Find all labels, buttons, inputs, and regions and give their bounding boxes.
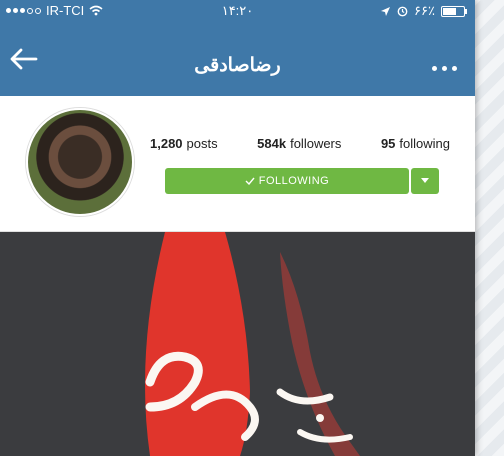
navigation-bar: رضاصادقی bbox=[0, 22, 475, 96]
battery-percent: ۶۶٪ bbox=[414, 3, 435, 18]
follow-actions: FOLLOWING bbox=[165, 168, 439, 194]
battery-fill bbox=[443, 7, 456, 15]
profile-avatar[interactable] bbox=[26, 108, 134, 216]
profile-stats: 1,280 posts 584k followers 95 following bbox=[150, 136, 450, 151]
following-button[interactable]: FOLLOWING bbox=[165, 168, 409, 194]
following-label: following bbox=[399, 136, 450, 151]
posts-label: posts bbox=[186, 136, 218, 151]
post-image[interactable] bbox=[0, 232, 475, 456]
phone-screen: IR-TCI ۱۴:۲۰ ۶۶٪ رضاصادقی 1,280 posts 58… bbox=[0, 0, 475, 456]
battery-icon bbox=[441, 5, 467, 17]
alarm-icon bbox=[397, 6, 408, 16]
more-dots-icon bbox=[432, 66, 437, 71]
red-flag-calligraphy-image bbox=[0, 232, 475, 456]
location-arrow-icon bbox=[381, 6, 391, 16]
more-dots-icon bbox=[452, 66, 457, 71]
following-count: 95 bbox=[380, 136, 396, 151]
more-dots-icon bbox=[442, 66, 447, 71]
more-options-button[interactable] bbox=[432, 66, 457, 71]
profile-username-title: رضاصادقی bbox=[194, 55, 281, 76]
check-icon bbox=[245, 177, 255, 185]
following-button-label: FOLLOWING bbox=[258, 175, 330, 187]
followers-label: followers bbox=[290, 136, 342, 151]
status-bar: IR-TCI ۱۴:۲۰ ۶۶٪ bbox=[0, 0, 475, 22]
followers-stat[interactable]: 584k followers bbox=[257, 136, 341, 151]
suggested-users-dropdown-button[interactable] bbox=[411, 168, 439, 194]
caret-down-icon bbox=[421, 178, 429, 183]
followers-count: 584k bbox=[257, 136, 287, 151]
posts-stat[interactable]: 1,280 posts bbox=[150, 136, 218, 151]
following-stat[interactable]: 95 following bbox=[381, 136, 450, 151]
status-right: ۶۶٪ bbox=[380, 3, 467, 19]
posts-count: 1,280 bbox=[150, 136, 183, 151]
profile-header: 1,280 posts 584k followers 95 following FOL… bbox=[0, 96, 475, 232]
